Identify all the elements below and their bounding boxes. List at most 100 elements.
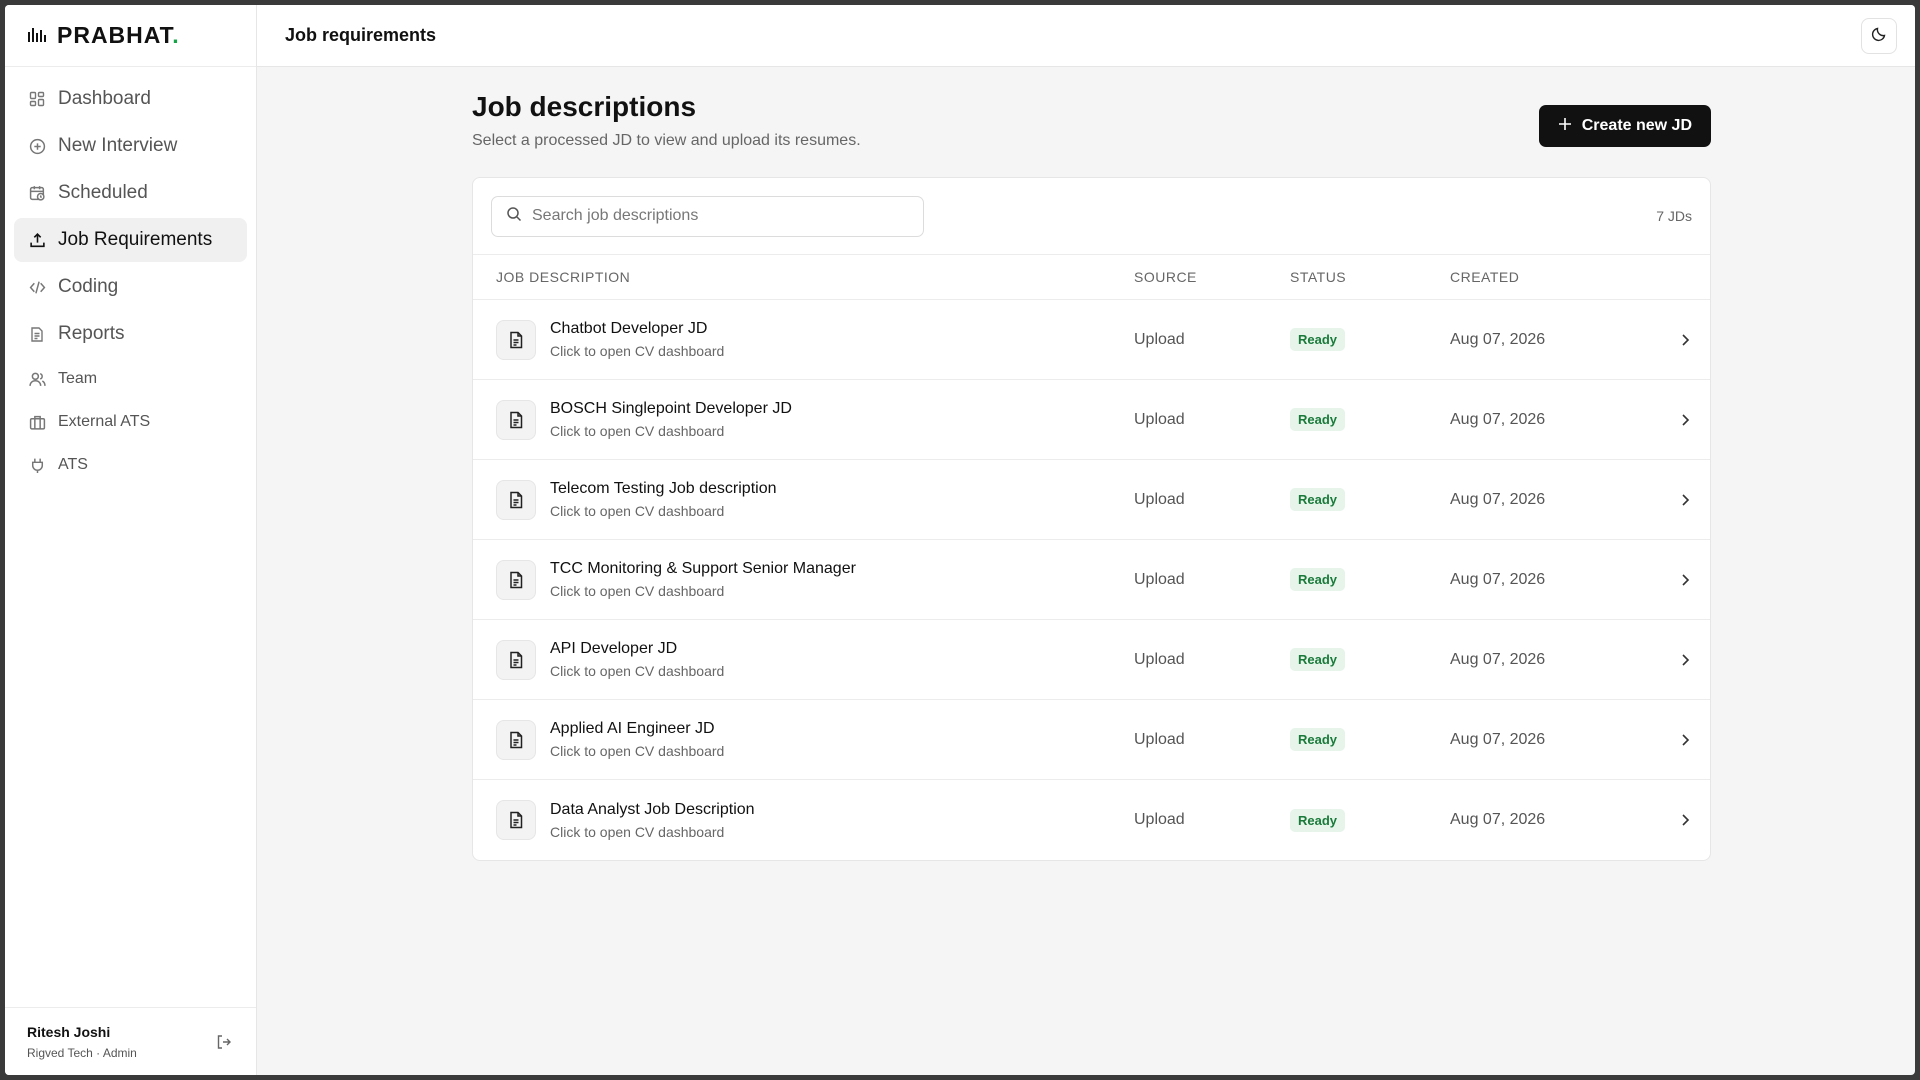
create-jd-button[interactable]: Create new JD bbox=[1538, 105, 1711, 147]
column-header-created[interactable]: Created bbox=[1450, 269, 1650, 285]
sidebar-item-scheduled[interactable]: Scheduled bbox=[14, 171, 247, 215]
sidebar-item-reports[interactable]: Reports bbox=[14, 312, 247, 356]
sidebar-item-team[interactable]: Team bbox=[14, 359, 247, 399]
table-row[interactable]: Chatbot Developer JD Click to open CV das… bbox=[473, 300, 1710, 380]
status-cell: Ready bbox=[1290, 568, 1450, 591]
sidebar-item-external-ats[interactable]: External ATS bbox=[14, 402, 247, 442]
jd-cell: Telecom Testing Job description Click to … bbox=[473, 479, 1134, 520]
jd-title: BOSCH Singlepoint Developer JD bbox=[550, 400, 792, 417]
users-icon bbox=[28, 370, 46, 388]
brand-name: PRABHAT. bbox=[57, 22, 180, 48]
column-header-source[interactable]: Source bbox=[1134, 269, 1290, 285]
source-cell: Upload bbox=[1134, 330, 1185, 348]
jd-title: Telecom Testing Job description bbox=[550, 480, 777, 497]
upload-icon bbox=[28, 231, 46, 249]
column-header-status[interactable]: Status bbox=[1290, 269, 1450, 285]
table-row[interactable]: TCC Monitoring & Support Senior Manager C… bbox=[473, 540, 1710, 620]
logout-icon[interactable] bbox=[214, 1032, 234, 1052]
document-icon bbox=[28, 325, 46, 343]
create-jd-label: Create new JD bbox=[1581, 117, 1692, 134]
status-cell: Ready bbox=[1290, 328, 1450, 351]
dashboard-icon bbox=[28, 90, 46, 108]
sidebar: PRABHAT. Dashboard New Interview Schedul… bbox=[5, 5, 257, 1075]
page-header-title: Job requirements bbox=[285, 25, 437, 45]
created-cell: Aug 07, 2026 bbox=[1450, 570, 1546, 588]
created-cell: Aug 07, 2026 bbox=[1450, 410, 1546, 428]
jd-subtitle: Click to open CV dashboard bbox=[550, 663, 725, 679]
sidebar-nav: Dashboard New Interview Scheduled Job Re… bbox=[5, 67, 256, 495]
page-subtitle: Select a processed JD to view and upload… bbox=[472, 132, 861, 149]
moon-icon bbox=[1871, 26, 1887, 45]
chevron-right-icon[interactable] bbox=[1650, 813, 1690, 827]
search-input[interactable] bbox=[532, 207, 912, 225]
jd-title: Data Analyst Job Description bbox=[550, 800, 755, 818]
chevron-right-icon[interactable] bbox=[1650, 333, 1690, 347]
page-head: Job descriptions Select a processed JD t… bbox=[472, 89, 1711, 150]
created-cell: Aug 07, 2026 bbox=[1450, 730, 1546, 748]
sidebar-item-label: Job Requirements bbox=[58, 229, 213, 250]
status-badge: Ready bbox=[1290, 408, 1346, 431]
jd-title: TCC Monitoring & Support Senior Manager bbox=[550, 560, 856, 577]
jd-cell: Data Analyst Job Description Click to ope… bbox=[473, 800, 1134, 840]
status-badge: Ready bbox=[1290, 648, 1346, 671]
theme-toggle-button[interactable] bbox=[1861, 17, 1897, 54]
document-icon bbox=[496, 639, 536, 680]
table-toolbar: 7 JDs bbox=[473, 178, 1710, 255]
table-row[interactable]: Telecom Testing Job description Click to … bbox=[473, 460, 1710, 540]
created-cell: Aug 07, 2026 bbox=[1450, 650, 1546, 668]
sidebar-item-new-interview[interactable]: New Interview bbox=[14, 124, 247, 168]
sidebar-item-dashboard[interactable]: Dashboard bbox=[14, 77, 247, 121]
source-cell: Upload bbox=[1134, 650, 1185, 668]
sidebar-item-label: Scheduled bbox=[58, 182, 148, 203]
jd-title: API Developer JD bbox=[550, 640, 678, 657]
content: Job descriptions Select a processed JD t… bbox=[257, 67, 1711, 861]
sidebar-item-label: New Interview bbox=[58, 135, 178, 156]
document-icon bbox=[496, 719, 536, 760]
source-cell: Upload bbox=[1134, 490, 1185, 508]
status-badge: Ready bbox=[1290, 328, 1346, 351]
document-icon bbox=[496, 399, 536, 440]
jd-subtitle: Click to open CV dashboard bbox=[550, 583, 725, 599]
chevron-right-icon[interactable] bbox=[1650, 733, 1690, 747]
table-row[interactable]: BOSCH Singlepoint Developer JD Click to o… bbox=[473, 380, 1710, 460]
status-cell: Ready bbox=[1290, 808, 1450, 832]
jd-subtitle: Click to open CV dashboard bbox=[550, 823, 725, 840]
table-row[interactable]: Applied AI Engineer JD Click to open CV d… bbox=[473, 700, 1710, 780]
jd-subtitle: Click to open CV dashboard bbox=[550, 743, 725, 759]
column-header-jd[interactable]: Job description bbox=[473, 269, 1134, 285]
source-cell: Upload bbox=[1134, 811, 1185, 828]
code-icon bbox=[28, 278, 46, 296]
chevron-right-icon[interactable] bbox=[1650, 653, 1690, 667]
table-header: Job description Source Status Created bbox=[473, 255, 1710, 300]
jd-cell: API Developer JD Click to open CV dashboa… bbox=[473, 639, 1134, 680]
page-title: Job descriptions bbox=[472, 91, 697, 122]
status-badge: Ready bbox=[1290, 488, 1346, 511]
status-cell: Ready bbox=[1290, 488, 1450, 511]
sidebar-item-label: ATS bbox=[58, 456, 88, 473]
brand[interactable]: PRABHAT. bbox=[5, 5, 256, 67]
table-row[interactable]: API Developer JD Click to open CV dashboa… bbox=[473, 620, 1710, 700]
bar-chart-icon bbox=[27, 24, 47, 47]
sidebar-item-coding[interactable]: Coding bbox=[14, 265, 247, 309]
created-cell: Aug 07, 2026 bbox=[1450, 811, 1546, 828]
sidebar-item-label: Dashboard bbox=[58, 88, 151, 109]
user-panel: Ritesh Joshi Rigved Tech · Admin bbox=[5, 1007, 256, 1075]
table-row[interactable]: Data Analyst Job Description Click to ope… bbox=[473, 780, 1710, 860]
source-cell: Upload bbox=[1134, 730, 1185, 748]
created-cell: Aug 07, 2026 bbox=[1450, 330, 1546, 348]
jd-title: Applied AI Engineer JD bbox=[550, 720, 715, 737]
document-icon bbox=[496, 479, 536, 520]
jd-count: 7 JDs bbox=[1656, 208, 1692, 224]
sidebar-item-ats[interactable]: ATS bbox=[14, 445, 247, 485]
jd-subtitle: Click to open CV dashboard bbox=[550, 503, 725, 519]
main-area: Job requirements Job descriptions Select… bbox=[257, 5, 1915, 1075]
chevron-right-icon[interactable] bbox=[1650, 413, 1690, 427]
source-cell: Upload bbox=[1134, 410, 1185, 428]
search-box[interactable] bbox=[491, 195, 924, 237]
status-cell: Ready bbox=[1290, 408, 1450, 431]
chevron-right-icon[interactable] bbox=[1650, 573, 1690, 587]
chevron-right-icon[interactable] bbox=[1650, 493, 1690, 507]
table-body: Chatbot Developer JD Click to open CV das… bbox=[473, 300, 1710, 860]
sidebar-item-label: External ATS bbox=[58, 413, 151, 430]
sidebar-item-job-requirements[interactable]: Job Requirements bbox=[14, 218, 247, 262]
